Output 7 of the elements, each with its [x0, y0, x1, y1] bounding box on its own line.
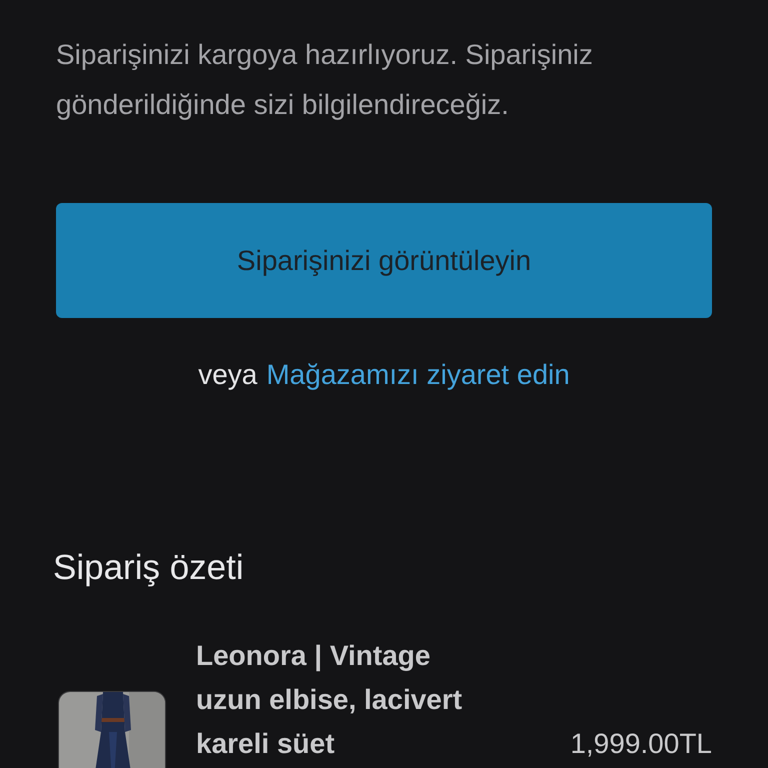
product-name: Leonora | Vintage uzun elbise, lacivert kareli süet [196, 639, 464, 761]
product-price: 1,999.00TL [570, 727, 712, 761]
view-order-button[interactable]: Siparişinizi görüntüleyin [56, 203, 712, 318]
order-summary-title: Sipariş özeti [53, 547, 245, 589]
or-text: veya [198, 358, 258, 392]
visit-store-link[interactable]: Mağazamızı ziyaret edin [266, 355, 570, 395]
status-message: Siparişinizi kargoya hazırlıyoruz. Siparişiniz gönderildiğinde sizi bilgilendireceğiz. [56, 38, 594, 122]
